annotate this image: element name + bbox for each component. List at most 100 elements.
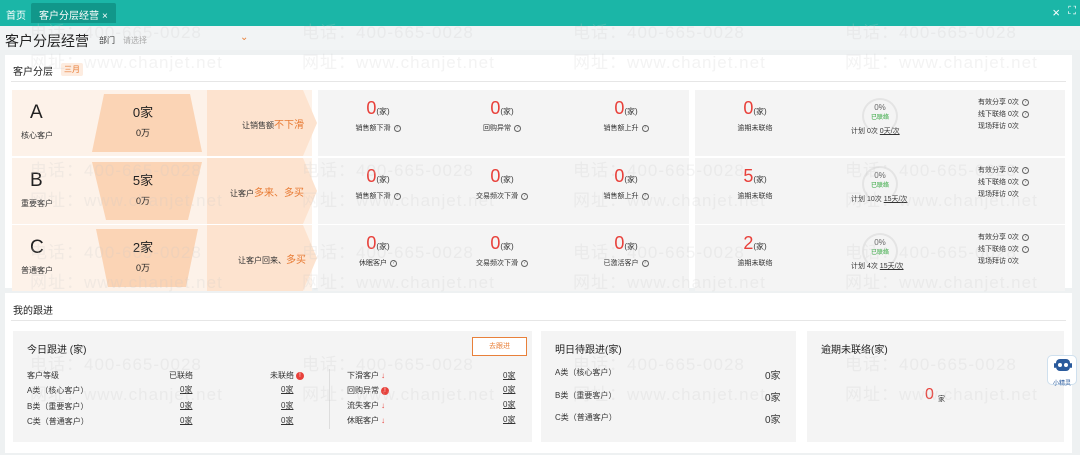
- plan-text: 计划 0次 0天/次: [851, 126, 900, 136]
- metric-value: 0: [490, 98, 501, 118]
- help-icon[interactable]: ?: [514, 124, 521, 132]
- tomorrow-b-value[interactable]: 0家: [765, 389, 781, 404]
- contact-box: 2(家) 逾期未联络 0% 已联络 计划 4次 15天/次 有效分享 0次? 线下联…: [695, 225, 1065, 291]
- contacted-c-link[interactable]: 0家: [180, 415, 192, 426]
- metric-overdue[interactable]: 2(家) 逾期未联络: [695, 233, 815, 268]
- level-b: B类（重要客户）: [27, 402, 89, 411]
- period-badge[interactable]: 三月: [61, 63, 83, 76]
- slogan-text: 让销售额: [242, 121, 274, 130]
- metric-sales-down[interactable]: 0(家) 销售额下滑?: [318, 166, 438, 201]
- help-icon[interactable]: ?: [393, 124, 401, 132]
- metric-sales-up[interactable]: 0(家) 销售额上升?: [566, 166, 686, 201]
- assistant-robot-icon[interactable]: 小精灵: [1047, 355, 1077, 387]
- help-icon[interactable]: ?: [641, 192, 649, 200]
- metric-unit: (家): [500, 107, 514, 116]
- help-icon[interactable]: ?: [641, 259, 649, 267]
- activity-list: 有效分享 0次? 线下联络 0次? 现场拜访 0次: [978, 97, 1029, 133]
- metric-frequency-down[interactable]: 0(家) 交易频次下滑?: [442, 166, 562, 201]
- overdue-unit: 家: [938, 396, 945, 403]
- help-icon[interactable]: ?: [1021, 233, 1029, 241]
- metric-unit: (家): [753, 175, 767, 184]
- plan-frequency-link[interactable]: 15天/次: [884, 196, 908, 203]
- metric-label: 回购异常: [483, 125, 511, 132]
- tab-customer-tiering[interactable]: 客户分层经营 ×: [31, 3, 116, 23]
- lost-customers-label: 流失客户 ↓: [347, 400, 385, 411]
- help-icon[interactable]: ?: [1021, 178, 1029, 186]
- metric-sales-down[interactable]: 0(家) 销售额下滑?: [318, 98, 438, 133]
- metric-activated[interactable]: 0(家) 已激活客户?: [566, 233, 686, 268]
- help-icon[interactable]: ?: [1021, 110, 1029, 118]
- slogan-text: 让客户: [230, 189, 254, 198]
- activity-text: 有效分享 0次: [978, 167, 1019, 174]
- chevron-down-icon[interactable]: ⌄: [240, 32, 248, 43]
- go-followup-button[interactable]: 去跟进: [472, 337, 527, 356]
- help-icon[interactable]: ?: [1021, 98, 1029, 106]
- segment-slogan: 让客户多来、多买: [230, 184, 304, 199]
- metric-overdue[interactable]: 0(家) 逾期未联络: [695, 98, 815, 133]
- help-icon[interactable]: ?: [1021, 166, 1029, 174]
- activity-text: 有效分享 0次: [978, 99, 1019, 106]
- overdue-panel: 逾期未联络(家) 0 家: [807, 331, 1064, 442]
- dept-select[interactable]: 请选择: [123, 35, 147, 46]
- label-text: 流失客户: [347, 401, 379, 410]
- repurchase-abnormal-link[interactable]: 0家: [503, 384, 515, 395]
- page-title: 客户分层经营: [5, 33, 89, 49]
- metric-unit: (家): [753, 107, 767, 116]
- page-header: 客户分层经营 部门 请选择 ⌄: [0, 26, 1080, 50]
- panel-title: 今日跟进 (家): [27, 345, 87, 356]
- metrics-box: 0(家) 休眠客户? 0(家) 交易频次下滑? 0(家) 已激活客户?: [318, 225, 689, 291]
- uncontacted-b-link[interactable]: 0家: [281, 400, 293, 411]
- plan-frequency-link[interactable]: 0天/次: [880, 128, 900, 135]
- dormant-customers-link[interactable]: 0家: [503, 414, 515, 425]
- metric-overdue[interactable]: 5(家) 逾期未联络: [695, 166, 815, 201]
- col-level-header: 客户等级: [27, 371, 59, 380]
- tomorrow-a-value[interactable]: 0家: [765, 367, 781, 382]
- segment-letter: C: [30, 237, 44, 258]
- plan-prefix: 计划 10次: [851, 196, 884, 203]
- metric-label: 销售额上升: [603, 125, 639, 132]
- metric-dormant[interactable]: 0(家) 休眠客户?: [318, 233, 438, 268]
- help-icon[interactable]: ?: [1021, 245, 1029, 253]
- metrics-box: 0(家) 销售额下滑? 0(家) 交易频次下滑? 0(家) 销售额上升?: [318, 158, 689, 224]
- metric-value: 0: [366, 166, 377, 186]
- plan-frequency-link[interactable]: 15天/次: [880, 263, 904, 270]
- level-a: A类（核心客户）: [555, 368, 617, 377]
- uncontacted-a-link[interactable]: 0家: [281, 384, 293, 395]
- metric-unit: (家): [624, 107, 638, 116]
- help-icon[interactable]: ?: [521, 192, 528, 200]
- gauge-percent: 0%: [874, 238, 886, 247]
- metric-value: 2: [743, 233, 754, 253]
- metric-frequency-down[interactable]: 0(家) 交易频次下滑?: [442, 233, 562, 268]
- segment-amount: 0万: [135, 128, 150, 138]
- assistant-label: 小精灵: [1052, 381, 1071, 387]
- close-all-icon[interactable]: ×: [1052, 5, 1060, 20]
- help-icon[interactable]: ?: [390, 259, 397, 267]
- segment-count[interactable]: 5家: [122, 170, 164, 189]
- overdue-count[interactable]: 0: [925, 386, 934, 404]
- metric-value: 0: [490, 233, 501, 253]
- segment-count[interactable]: 0家: [122, 102, 164, 121]
- lost-customers-link[interactable]: 0家: [503, 399, 515, 410]
- close-tab-icon[interactable]: ×: [102, 11, 108, 22]
- level-c: C类（普通客户）: [27, 417, 89, 426]
- declining-customers-link[interactable]: 0家: [503, 370, 515, 381]
- help-icon[interactable]: ?: [641, 124, 649, 132]
- segment-count[interactable]: 2家: [122, 237, 164, 256]
- metric-sales-up[interactable]: 0(家) 销售额上升?: [566, 98, 686, 133]
- tomorrow-c-value[interactable]: 0家: [765, 411, 781, 426]
- help-icon[interactable]: ?: [521, 259, 528, 267]
- activity-visit: 现场拜访 0次: [978, 121, 1029, 133]
- contacted-a-link[interactable]: 0家: [180, 384, 192, 395]
- arrow-down-icon: ↓: [381, 401, 385, 410]
- alert-icon: !: [381, 386, 389, 395]
- help-icon[interactable]: ?: [393, 192, 401, 200]
- activity-text: 现场拜访 0次: [978, 258, 1019, 265]
- home-tab[interactable]: 首页: [6, 7, 26, 22]
- section-title: 我的跟进: [13, 306, 53, 317]
- uncontacted-c-link[interactable]: 0家: [281, 415, 293, 426]
- fullscreen-icon[interactable]: ⛶: [1068, 5, 1076, 18]
- slogan-highlight: 不下滑: [274, 120, 304, 131]
- slogan-highlight: 多买: [286, 255, 306, 266]
- contacted-b-link[interactable]: 0家: [180, 400, 192, 411]
- metric-repurchase-abnormal[interactable]: 0(家) 回购异常?: [442, 98, 562, 133]
